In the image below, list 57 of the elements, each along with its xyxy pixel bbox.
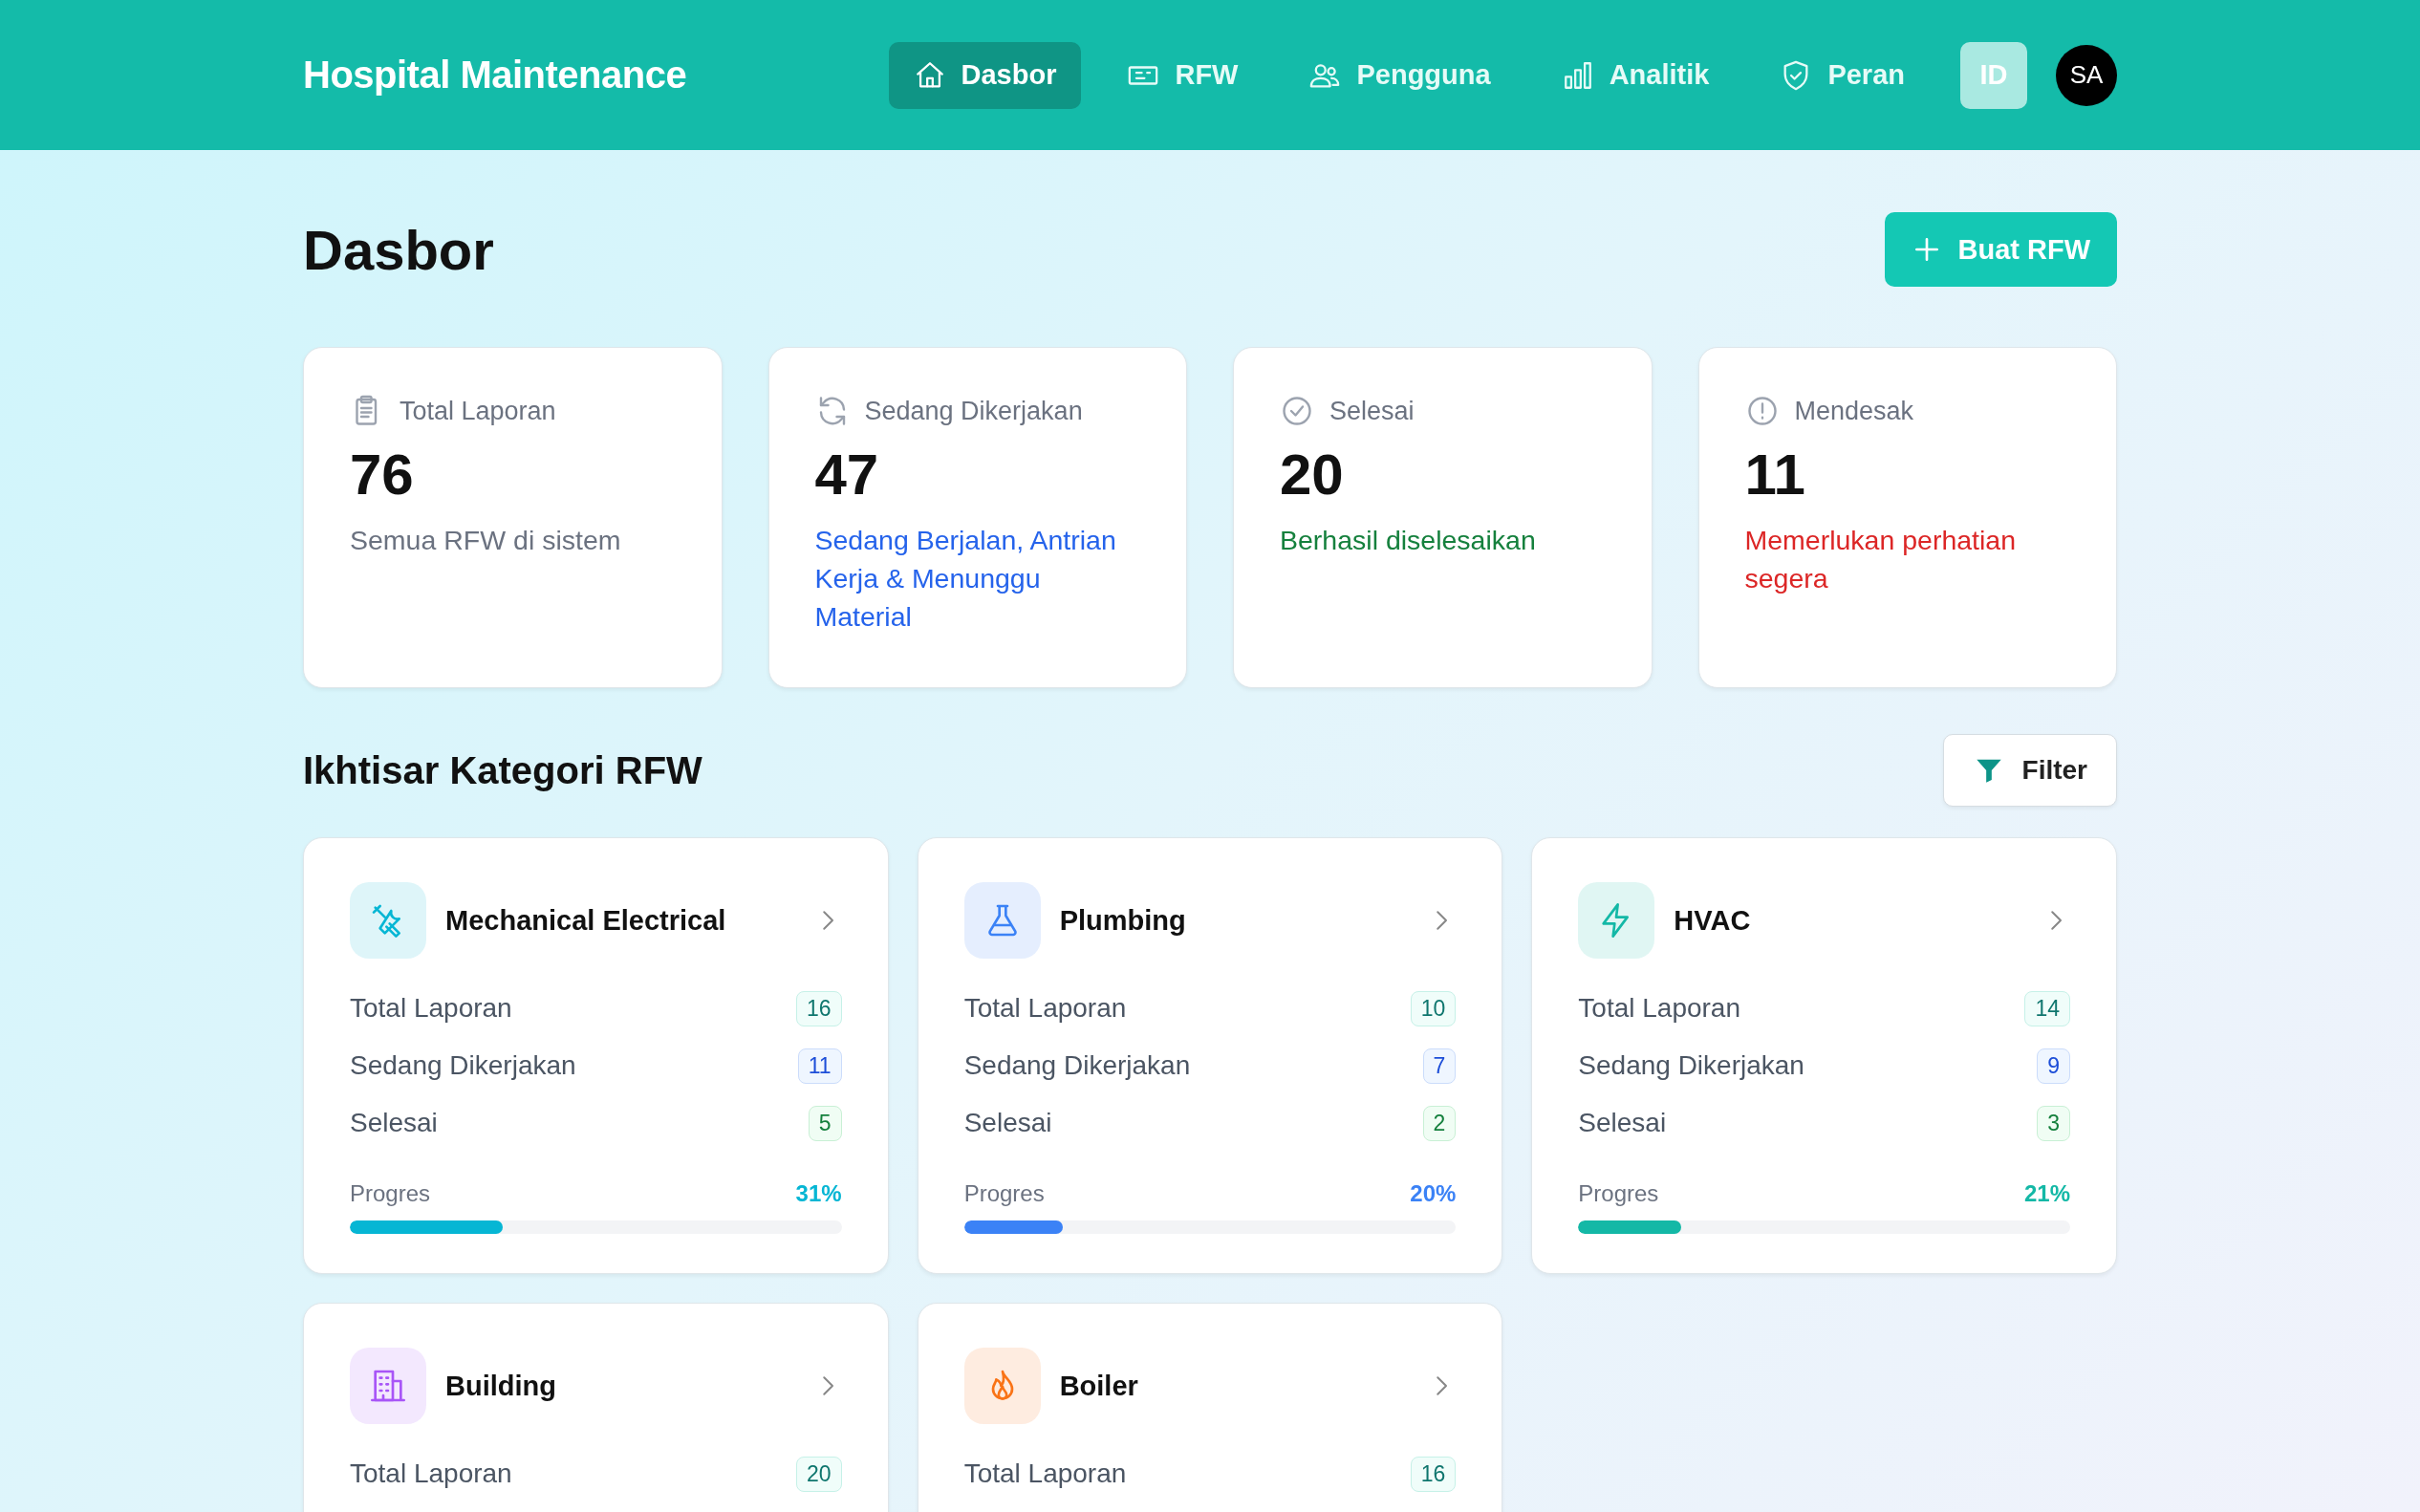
stat-value: 47 xyxy=(814,442,880,508)
row-label: Total Laporan xyxy=(963,993,1127,1024)
category-card[interactable]: HVAC Total Laporan 14 Sedang Dikerjakan 9 Selesai 3 Progres 21% xyxy=(1531,837,2117,1274)
category-card[interactable]: Building Total Laporan 20 xyxy=(303,1303,889,1512)
user-avatar[interactable]: SA xyxy=(2056,44,2117,106)
category-card[interactable]: Plumbing Total Laporan 10 Sedang Dikerjakan 7 Selesai 2 Progres 20% xyxy=(917,837,1503,1274)
progress-label: Progres xyxy=(963,1180,1045,1207)
row-label: Sedang Dikerjakan xyxy=(963,1050,1191,1081)
page-title: Dasbor xyxy=(303,217,494,282)
stat-note: Memerlukan perhatian segera xyxy=(1744,524,2018,595)
row-label: Total Laporan xyxy=(1578,993,1740,1024)
progress-percent: 31% xyxy=(795,1180,842,1207)
progress-percent: 20% xyxy=(1410,1180,1457,1207)
filter-button[interactable]: Filter xyxy=(1942,734,2117,807)
category-card[interactable]: Mechanical Electrical Total Laporan 16 Sedang Dikerjakan 11 Selesai 5 Progres 31% xyxy=(303,837,889,1274)
stat-label: Total Laporan xyxy=(400,396,556,426)
count-badge: 20 xyxy=(796,1456,842,1492)
progress-label: Progres xyxy=(1578,1180,1659,1207)
stat-value: 76 xyxy=(350,442,415,508)
category-card[interactable]: Boiler Total Laporan 16 xyxy=(917,1303,1503,1512)
row-label: Total Laporan xyxy=(350,1458,512,1489)
category-name: Boiler xyxy=(1059,1370,1139,1402)
stat-label: Selesai xyxy=(1329,396,1415,426)
count-badge: 11 xyxy=(797,1048,842,1084)
count-badge: 16 xyxy=(1410,1456,1457,1492)
progress-percent: 21% xyxy=(2023,1180,2070,1207)
stat-note: Semua RFW di sistem xyxy=(350,524,622,557)
row-label: Total Laporan xyxy=(350,993,512,1024)
stat-value: 20 xyxy=(1280,442,1345,508)
row-label: Selesai xyxy=(963,1108,1052,1138)
row-label: Selesai xyxy=(1578,1108,1667,1138)
section-title: Ikhtisar Kategori RFW xyxy=(303,748,702,792)
category-name: Mechanical Electrical xyxy=(445,904,727,937)
count-badge: 7 xyxy=(1422,1048,1457,1084)
stat-label: Mendesak xyxy=(1794,396,1914,426)
stat-value: 11 xyxy=(1744,442,1806,508)
count-badge: 2 xyxy=(1422,1105,1457,1141)
check-circle-icon xyxy=(1280,394,1314,428)
count-badge: 14 xyxy=(2024,990,2070,1026)
count-badge: 3 xyxy=(2037,1105,2070,1141)
count-badge: 9 xyxy=(2037,1048,2070,1084)
count-badge: 10 xyxy=(1410,990,1457,1026)
stat-note: Sedang Berjalan, Antrian Kerja & Menunggu Material xyxy=(814,524,1117,634)
category-name: Plumbing xyxy=(1059,904,1187,937)
stat-label: Sedang Dikerjakan xyxy=(864,396,1083,426)
progress-label: Progres xyxy=(350,1180,431,1207)
stat-note: Berhasil diselesaikan xyxy=(1280,524,1537,557)
category-name: Building xyxy=(445,1370,557,1402)
count-badge: 16 xyxy=(796,990,842,1026)
row-label: Total Laporan xyxy=(963,1458,1127,1489)
row-label: Sedang Dikerjakan xyxy=(350,1050,576,1081)
row-label: Sedang Dikerjakan xyxy=(1578,1050,1804,1081)
count-badge: 5 xyxy=(808,1105,842,1141)
row-label: Selesai xyxy=(350,1108,438,1138)
category-name: HVAC xyxy=(1674,904,1752,937)
nav-tab[interactable]: Dasbor xyxy=(888,41,1082,109)
brand-title: Hospital Maintenance xyxy=(303,54,688,97)
